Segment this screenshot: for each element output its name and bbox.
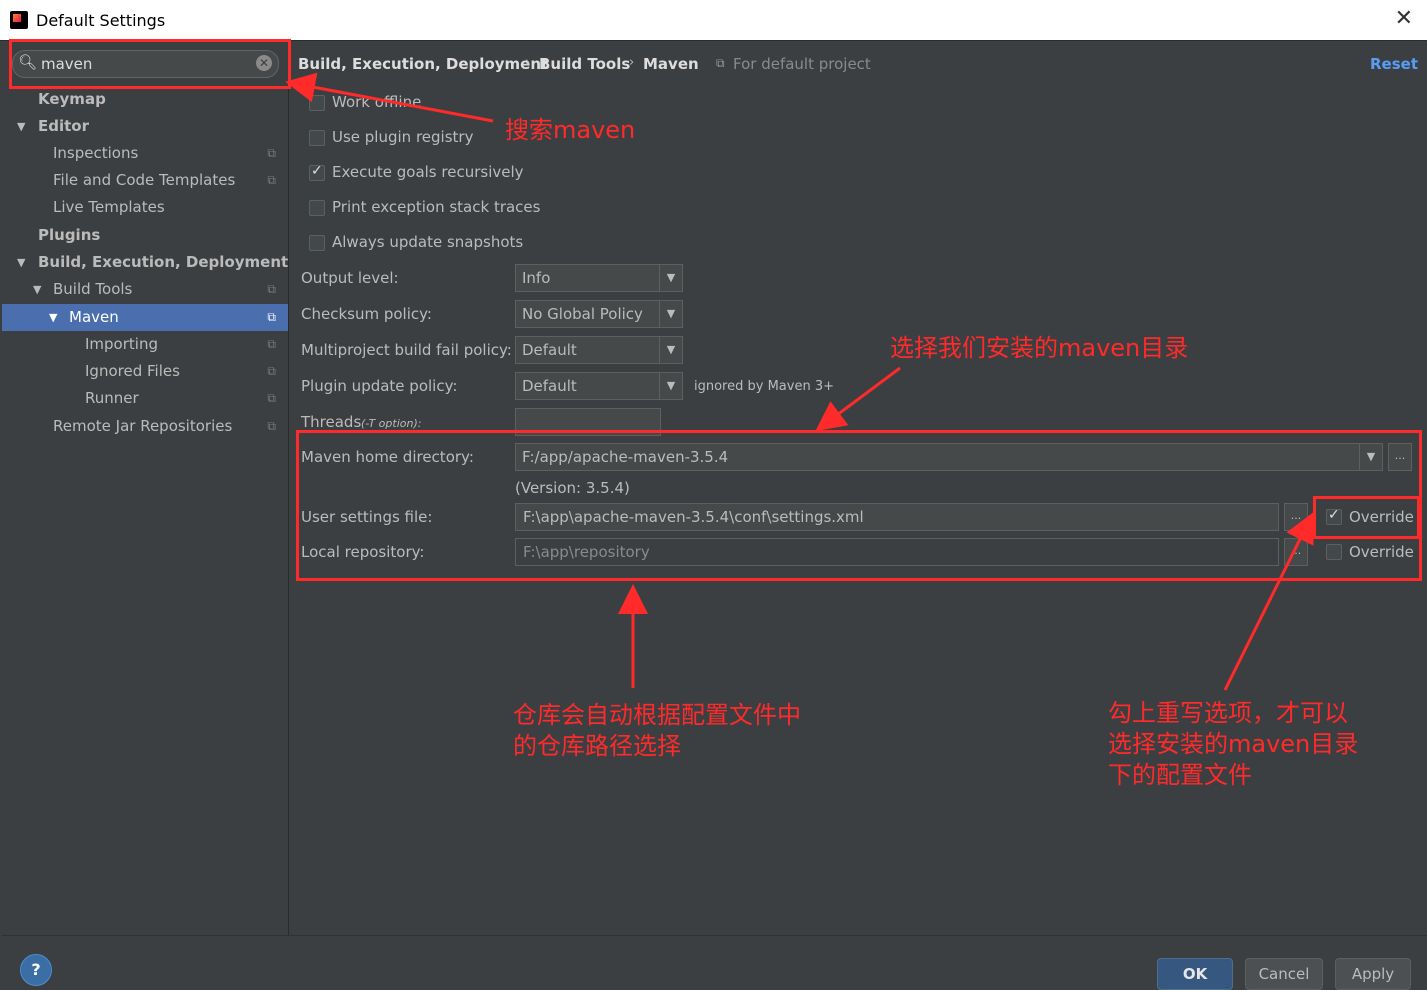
arrow-to-override [1223, 512, 1314, 691]
arrow-to-search [285, 72, 494, 123]
annotation-override-note: 勾上重写选项，才可以 选择安装的maven目录 下的配置文件 [1108, 699, 1359, 789]
arrow-to-maven-home [815, 366, 901, 432]
annotation-search-note: 搜索maven [505, 116, 636, 144]
annotation-arrows [285, 72, 1314, 691]
annotation-home-note: 选择我们安装的maven目录 [890, 334, 1189, 362]
annotation-repo-note: 仓库会自动根据配置文件中 的仓库路径选择 [513, 701, 801, 760]
